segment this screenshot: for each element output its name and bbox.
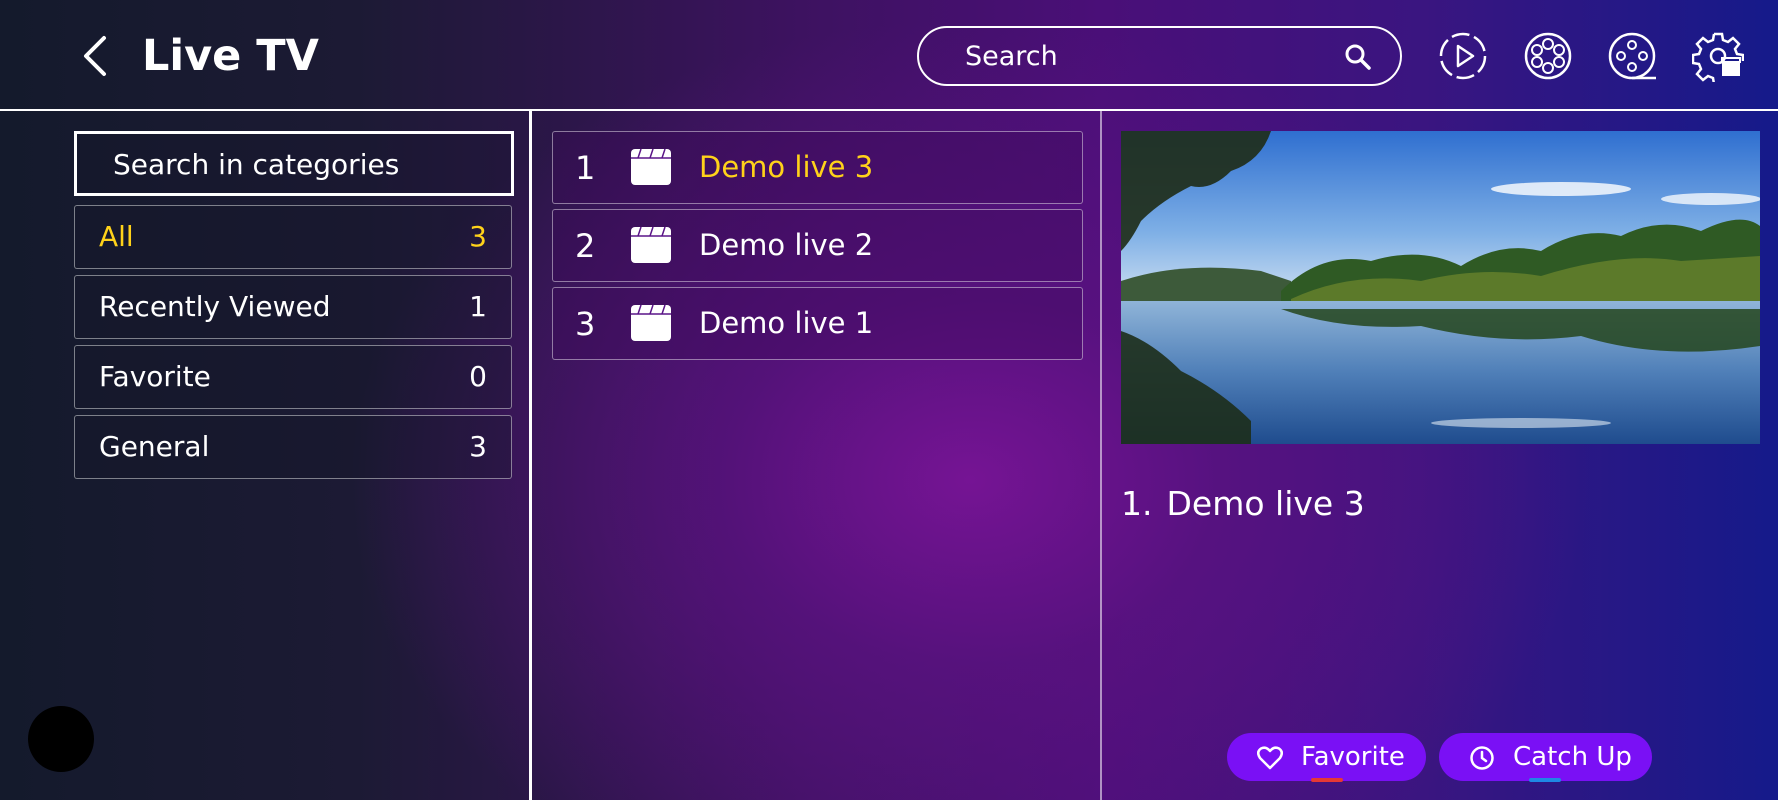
search-field[interactable] — [917, 26, 1402, 86]
video-preview[interactable] — [1121, 131, 1760, 444]
search-input[interactable] — [965, 36, 1325, 76]
category-count: 3 — [469, 220, 487, 253]
category-count: 0 — [469, 360, 487, 393]
channel-name: Demo live 1 — [699, 306, 874, 340]
category-label: All — [99, 220, 134, 253]
channel-name: Demo live 3 — [699, 150, 874, 184]
category-search-input[interactable] — [113, 146, 493, 182]
column-divider-right — [1100, 111, 1102, 800]
category-label: General — [99, 430, 210, 463]
header-divider — [0, 109, 1778, 111]
category-item-all[interactable]: All 3 — [74, 205, 512, 269]
catch-up-underline — [1529, 778, 1561, 782]
category-label: Recently Viewed — [99, 290, 331, 323]
film-reel-alt-icon[interactable] — [1606, 30, 1658, 82]
category-count: 1 — [469, 290, 487, 323]
category-item-general[interactable]: General 3 — [74, 415, 512, 479]
channel-number: 1 — [575, 149, 596, 187]
clock-icon — [1469, 745, 1495, 771]
clapperboard-icon — [631, 148, 671, 185]
clapperboard-icon — [631, 226, 671, 263]
catch-up-button[interactable]: Catch Up — [1439, 733, 1652, 782]
now-playing-title: 1. Demo live 3 — [1121, 484, 1365, 523]
search-icon[interactable] — [1344, 43, 1372, 71]
header-bar: Live TV — [0, 0, 1778, 110]
catch-up-label: Catch Up — [1513, 742, 1632, 772]
favorite-button[interactable]: Favorite — [1227, 733, 1426, 782]
channel-item[interactable]: 3 Demo live 1 — [552, 287, 1083, 360]
channel-name: Demo live 2 — [699, 228, 874, 262]
channel-number: 3 — [575, 305, 596, 343]
favorite-underline — [1311, 778, 1343, 782]
now-playing-number: 1. — [1121, 484, 1153, 523]
back-icon[interactable] — [76, 34, 116, 78]
column-divider-left — [529, 111, 532, 800]
favorite-label: Favorite — [1301, 742, 1405, 772]
category-count: 3 — [469, 430, 487, 463]
page-title: Live TV — [142, 31, 319, 81]
heart-icon — [1257, 745, 1283, 771]
now-playing-name: Demo live 3 — [1166, 484, 1365, 523]
channel-number: 2 — [575, 227, 596, 265]
channel-item[interactable]: 2 Demo live 2 — [552, 209, 1083, 282]
play-circle-icon[interactable] — [1437, 30, 1489, 82]
category-item-recently-viewed[interactable]: Recently Viewed 1 — [74, 275, 512, 339]
clapperboard-icon — [631, 304, 671, 341]
category-label: Favorite — [99, 360, 211, 393]
floating-bubble[interactable] — [28, 706, 94, 772]
film-reel-icon[interactable] — [1522, 30, 1574, 82]
category-search-field[interactable] — [74, 131, 514, 196]
settings-clapper-icon[interactable] — [1691, 30, 1745, 86]
category-item-favorite[interactable]: Favorite 0 — [74, 345, 512, 409]
channel-item[interactable]: 1 Demo live 3 — [552, 131, 1083, 204]
